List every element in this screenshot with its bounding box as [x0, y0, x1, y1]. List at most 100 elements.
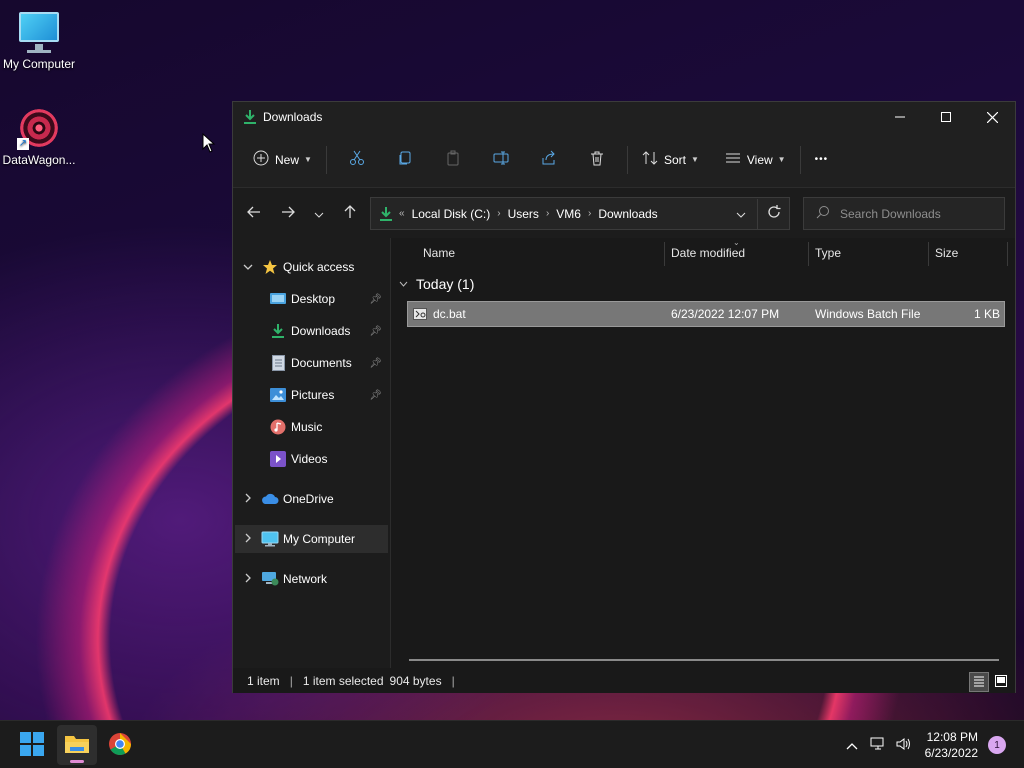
navigation-pane: Quick access Desktop 📌︎ Downloads 📌︎ Doc… — [233, 238, 390, 668]
file-date: 6/23/2022 12:07 PM — [671, 307, 780, 321]
clock[interactable]: 12:08 PM 6/23/2022 — [925, 729, 978, 761]
tiles-view-button[interactable] — [991, 672, 1011, 692]
arrow-right-icon — [281, 205, 295, 221]
maximize-button[interactable] — [923, 102, 969, 132]
refresh-icon — [767, 205, 781, 222]
chevron-down-icon[interactable] — [241, 262, 255, 273]
column-header-size[interactable]: Size — [935, 238, 1005, 268]
selection-count: 1 item selected — [302, 674, 384, 688]
desktop-icon-datawagon[interactable]: ↗ DataWagon... — [0, 106, 79, 167]
file-list: Name Date modified ⌄ Type Size Today (1)… — [391, 238, 1015, 668]
item-count: 1 item — [247, 674, 280, 688]
shortcut-arrow-icon: ↗ — [17, 138, 29, 150]
clock-time: 12:08 PM — [926, 730, 978, 744]
breadcrumb-local-disk[interactable]: Local Disk (C:) — [412, 207, 491, 221]
nav-label: OneDrive — [283, 492, 334, 506]
scissors-icon — [349, 150, 365, 169]
nav-item-onedrive[interactable]: OneDrive — [235, 485, 388, 513]
share-icon — [541, 150, 557, 169]
share-button[interactable] — [525, 143, 573, 177]
refresh-button[interactable] — [757, 198, 789, 229]
new-button[interactable]: New ▼ — [245, 143, 320, 177]
nav-item-music[interactable]: Music — [235, 413, 388, 441]
desktop-icon-label: My Computer — [2, 57, 76, 71]
column-divider[interactable] — [664, 242, 665, 266]
nav-item-my-computer[interactable]: My Computer — [235, 525, 388, 553]
chevron-down-icon — [399, 279, 408, 289]
recent-locations-button[interactable] — [305, 198, 333, 228]
nav-item-desktop[interactable]: Desktop 📌︎ — [235, 285, 388, 313]
view-lines-icon — [725, 150, 741, 169]
view-label: View — [746, 152, 773, 167]
close-button[interactable] — [969, 102, 1015, 132]
delete-button[interactable] — [573, 143, 621, 177]
nav-item-quick-access[interactable]: Quick access — [235, 253, 388, 281]
search-input[interactable]: Search Downloads — [803, 197, 1005, 230]
chevron-right-icon[interactable]: › — [588, 208, 591, 219]
sort-label: Sort — [663, 152, 686, 167]
cut-button[interactable] — [333, 143, 381, 177]
arrow-up-icon — [344, 204, 356, 222]
pin-icon[interactable]: 📌︎ — [369, 326, 382, 337]
nav-item-videos[interactable]: Videos — [235, 445, 388, 473]
chevron-right-icon[interactable] — [241, 493, 255, 506]
nav-item-network[interactable]: Network — [235, 565, 388, 593]
pin-icon[interactable]: 📌︎ — [369, 358, 382, 369]
breadcrumb-downloads[interactable]: Downloads — [598, 207, 657, 221]
chevron-right-icon[interactable]: › — [497, 208, 500, 219]
group-header-today[interactable]: Today (1) — [399, 276, 474, 292]
chevron-right-icon[interactable] — [241, 533, 255, 546]
column-header-type[interactable]: Type — [815, 238, 925, 268]
address-history-button[interactable] — [725, 199, 757, 229]
rename-button[interactable] — [477, 143, 525, 177]
breadcrumb-users[interactable]: Users — [508, 207, 539, 221]
sort-indicator-icon: ⌄ — [733, 238, 740, 247]
chevron-right-icon[interactable]: › — [546, 208, 549, 219]
nav-item-downloads[interactable]: Downloads 📌︎ — [235, 317, 388, 345]
monitor-icon — [17, 10, 61, 54]
sort-button[interactable]: Sort ▼ — [634, 143, 707, 177]
file-size: 1 KB — [973, 307, 1000, 321]
network-status-button[interactable] — [865, 725, 891, 765]
videos-icon — [269, 451, 287, 467]
star-icon — [261, 259, 279, 275]
taskbar-chrome[interactable] — [100, 725, 140, 765]
minimize-button[interactable] — [877, 102, 923, 132]
windows-logo-icon — [20, 731, 44, 759]
more-options-button[interactable]: ••• — [807, 143, 837, 177]
file-name: dc.bat — [433, 307, 466, 321]
chevron-down-icon: ▼ — [777, 155, 786, 164]
selection-size: 904 bytes — [389, 674, 442, 688]
chevron-right-icon[interactable] — [241, 573, 255, 586]
column-divider[interactable] — [928, 242, 929, 266]
column-header-name[interactable]: Name — [423, 238, 663, 268]
column-divider[interactable] — [808, 242, 809, 266]
horizontal-scrollbar[interactable] — [409, 659, 999, 661]
show-hidden-icons-button[interactable] — [839, 725, 865, 765]
up-button[interactable] — [333, 198, 367, 228]
volume-button[interactable] — [891, 725, 917, 765]
notification-badge[interactable]: 1 — [988, 736, 1006, 754]
pin-icon[interactable]: 📌︎ — [369, 390, 382, 401]
start-button[interactable] — [12, 725, 52, 765]
overflow-crumbs[interactable]: « — [399, 208, 405, 219]
downloads-icon — [269, 323, 287, 339]
nav-item-pictures[interactable]: Pictures 📌︎ — [235, 381, 388, 409]
address-bar[interactable]: « Local Disk (C:) › Users › VM6 › Downlo… — [370, 197, 790, 230]
copy-button[interactable] — [381, 143, 429, 177]
breadcrumb-vm6[interactable]: VM6 — [556, 207, 581, 221]
forward-button[interactable] — [271, 198, 305, 228]
title-bar[interactable]: Downloads — [233, 102, 1015, 132]
column-divider[interactable] — [1007, 242, 1008, 266]
view-button[interactable]: View ▼ — [717, 143, 794, 177]
taskbar-file-explorer[interactable] — [57, 725, 97, 765]
pin-icon[interactable]: 📌︎ — [369, 294, 382, 305]
paste-button[interactable] — [429, 143, 477, 177]
back-button[interactable] — [237, 198, 271, 228]
folder-icon — [64, 733, 90, 758]
details-view-button[interactable] — [969, 672, 989, 692]
nav-item-documents[interactable]: Documents 📌︎ — [235, 349, 388, 377]
desktop-icon-my-computer[interactable]: My Computer — [0, 10, 79, 71]
network-icon — [261, 571, 279, 587]
file-row-selected[interactable]: dc.bat 6/23/2022 12:07 PM Windows Batch … — [407, 301, 1005, 327]
